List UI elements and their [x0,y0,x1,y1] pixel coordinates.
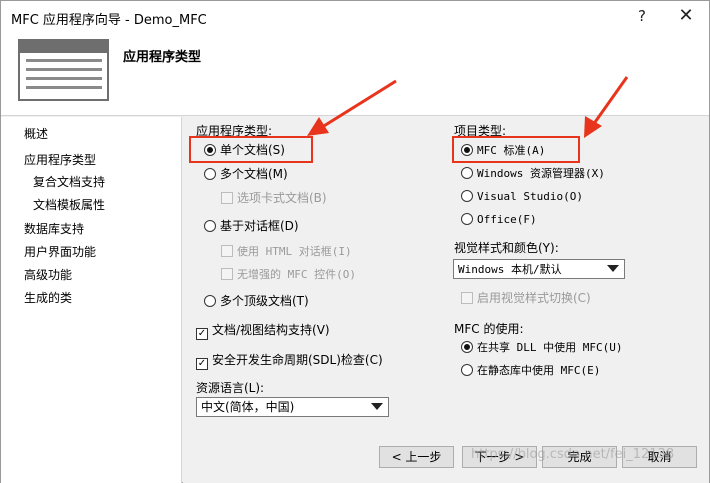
radio-mfc-standard-label: MFC 标准(A) [477,144,546,157]
radio-multi-top-level[interactable]: 多个顶级文档(T) [204,292,309,310]
chevron-down-icon [607,265,619,272]
radio-icon [461,213,473,225]
checkmark-icon: ✓ [196,358,208,370]
radio-icon [461,364,473,376]
checkbox-sdl-label: 安全开发生命周期(SDL)检查(C) [212,353,383,367]
checkbox-no-enhanced-mfc[interactable]: 无增强的 MFC 控件(O) [221,265,356,283]
radio-visual-studio-label: Visual Studio(O) [477,190,583,203]
checkbox-no-enhanced-mfc-label: 无增强的 MFC 控件(O) [237,268,356,281]
visual-style-value: Windows 本机/默认 [458,263,562,276]
watermark: https://blog.csdn.net/fei_12138 [471,447,675,462]
radio-shared-dll-label: 在共享 DLL 中使用 MFC(U) [477,341,623,354]
radio-dialog-based[interactable]: 基于对话框(D) [204,217,299,235]
radio-windows-explorer[interactable]: Windows 资源管理器(X) [461,164,605,182]
checkbox-doc-view-label: 文档/视图结构支持(V) [212,323,330,337]
visual-style-select[interactable]: Windows 本机/默认 [453,259,625,279]
window-icon [18,39,109,101]
chevron-down-icon [371,403,383,410]
radio-office[interactable]: Office(F) [461,210,537,228]
radio-dialog-based-label: 基于对话框(D) [220,219,299,233]
radio-mfc-standard[interactable]: MFC 标准(A) [461,141,545,159]
checkbox-html-dialog[interactable]: 使用 HTML 对话框(I) [221,242,352,260]
nav-item-database[interactable]: 数据库支持 [24,220,84,237]
nav-item-app-type[interactable]: 应用程序类型 [24,151,96,168]
radio-shared-dll[interactable]: 在共享 DLL 中使用 MFC(U) [461,338,622,356]
radio-multi-doc[interactable]: 多个文档(M) [204,165,288,183]
nav-item-compound-doc[interactable]: 复合文档支持 [33,173,105,190]
radio-icon [461,190,473,202]
radio-selected-icon [461,144,473,156]
radio-single-doc[interactable]: 单个文档(S) [204,141,285,159]
resource-lang-value: 中文(简体，中国) [201,400,295,414]
radio-icon [204,220,216,232]
radio-multi-top-level-label: 多个顶级文档(T) [220,294,309,308]
resource-lang-select[interactable]: 中文(简体，中国) [196,397,389,417]
help-button[interactable]: ? [629,5,655,27]
checkbox-visual-style-switch[interactable]: 启用视觉样式切换(C) [461,289,591,307]
options-panel: 应用程序类型: 单个文档(S) 多个文档(M) 选项卡式文档(B) 基于对话框(… [183,117,709,483]
nav-item-doc-template[interactable]: 文档模板属性 [33,196,105,213]
title-bar: MFC 应用程序向导 - Demo_MFC ? ✕ [1,1,709,32]
checkbox-doc-view[interactable]: ✓ 文档/视图结构支持(V) [196,321,330,340]
visual-style-label: 视觉样式和颜色(Y): [454,241,559,255]
wizard-window: MFC 应用程序向导 - Demo_MFC ? ✕ 应用程序类型 概述 应用程序… [0,0,710,483]
radio-selected-icon [461,341,473,353]
radio-multi-doc-label: 多个文档(M) [220,167,288,181]
radio-static-lib[interactable]: 在静态库中使用 MFC(E) [461,361,600,379]
nav-item-overview[interactable]: 概述 [24,125,48,142]
prev-button[interactable]: < 上一步 [379,446,454,468]
nav-item-ui-features[interactable]: 用户界面功能 [24,243,96,260]
resource-lang-label: 资源语言(L): [196,381,265,395]
checkbox-tabbed-docs[interactable]: 选项卡式文档(B) [221,189,327,207]
checkbox-icon [461,292,473,304]
mfc-use-label: MFC 的使用: [454,322,524,336]
header-banner: 应用程序类型 [1,32,709,116]
checkbox-visual-style-switch-label: 启用视觉样式切换(C) [477,291,591,305]
window-title: MFC 应用程序向导 - Demo_MFC [11,13,207,28]
page-title: 应用程序类型 [123,50,202,65]
radio-visual-studio[interactable]: Visual Studio(O) [461,187,583,205]
radio-single-doc-label: 单个文档(S) [220,143,285,157]
radio-icon [204,295,216,307]
nav-item-generated-classes[interactable]: 生成的类 [24,289,72,306]
radio-windows-explorer-label: Windows 资源管理器(X) [477,167,605,180]
checkbox-icon [221,245,233,257]
radio-icon [461,167,473,179]
nav-item-advanced[interactable]: 高级功能 [24,266,72,283]
radio-icon [204,168,216,180]
close-button[interactable]: ✕ [673,5,699,27]
radio-static-lib-label: 在静态库中使用 MFC(E) [477,364,601,377]
checkbox-icon [221,268,233,280]
checkbox-tabbed-docs-label: 选项卡式文档(B) [237,191,327,205]
checkbox-icon [221,192,233,204]
wizard-nav: 概述 应用程序类型 复合文档支持 文档模板属性 数据库支持 用户界面功能 高级功… [1,117,182,483]
checkbox-sdl[interactable]: ✓ 安全开发生命周期(SDL)检查(C) [196,351,383,370]
radio-office-label: Office(F) [477,213,537,226]
radio-selected-icon [204,144,216,156]
checkbox-html-dialog-label: 使用 HTML 对话框(I) [237,245,352,258]
checkmark-icon: ✓ [196,328,208,340]
